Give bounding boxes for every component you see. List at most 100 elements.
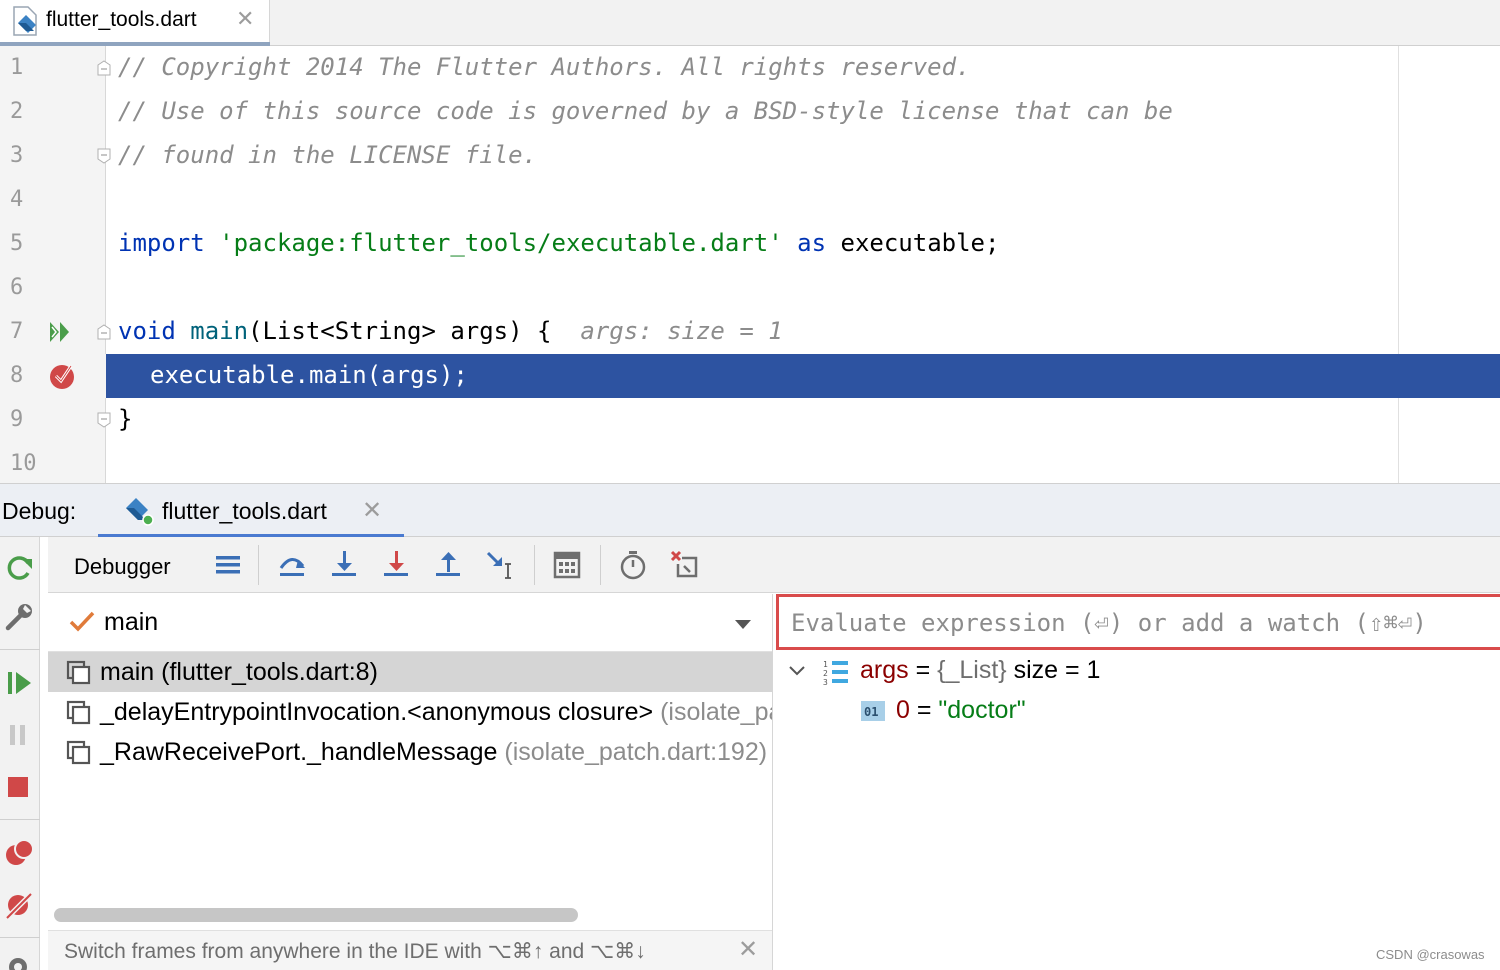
svg-text:01: 01 <box>864 705 878 719</box>
toolbar-separator <box>0 937 40 938</box>
code-text: // Use of this source code is governed b… <box>118 97 1173 125</box>
run-to-cursor-icon[interactable] <box>484 548 518 582</box>
debug-session-tab[interactable]: flutter_tools.dart ✕ <box>98 484 404 538</box>
settings-wrench-icon[interactable] <box>4 601 36 633</box>
code-line[interactable]: 6 <box>0 266 1500 310</box>
fold-start-icon[interactable] <box>97 324 111 340</box>
frame-function: _RawReceivePort._handleMessage <box>100 738 498 766</box>
close-icon[interactable]: ✕ <box>738 935 758 964</box>
line-number: 1 <box>10 55 24 80</box>
line-number: 4 <box>10 187 24 212</box>
stack-frame-icon <box>66 740 92 771</box>
frame-location: (isolate_patch.dart:297) <box>660 698 772 726</box>
inline-value-hint: args: size = 1 <box>580 317 783 345</box>
watermark: CSDN @crasowas <box>1376 947 1485 962</box>
hint-text: Switch frames from anywhere in the IDE w… <box>64 940 646 963</box>
rerun-icon[interactable] <box>4 551 36 583</box>
frame-location: (isolate_patch.dart:192) <box>497 738 768 766</box>
current-execution-line[interactable]: 8 executable.main(args); <box>0 354 1500 398</box>
pause-icon[interactable] <box>4 719 36 751</box>
horizontal-scrollbar[interactable] <box>54 908 578 922</box>
variable-row[interactable]: 01 0 = "doctor" <box>774 692 1500 732</box>
line-number: 10 <box>10 451 37 476</box>
thread-name: main <box>104 608 159 636</box>
view-breakpoints-icon[interactable] <box>4 837 36 869</box>
editor-tab-bar: flutter_tools.dart ✕ <box>0 0 1500 46</box>
function-name: main <box>190 317 249 345</box>
line-number: 7 <box>10 319 24 344</box>
fold-end-icon[interactable] <box>97 148 111 164</box>
variable-equals: = <box>909 696 939 724</box>
stack-frame-row[interactable]: _delayEntrypointInvocation.<anonymous cl… <box>48 692 772 732</box>
debug-session-label: flutter_tools.dart <box>162 498 327 524</box>
line-number: 6 <box>10 275 24 300</box>
frame-function: main (flutter_tools.dart:8) <box>100 658 378 686</box>
primitive-value-icon: 01 <box>860 698 886 729</box>
step-out-icon[interactable] <box>432 548 466 582</box>
svg-text:2: 2 <box>823 669 828 678</box>
code-line[interactable]: 5 import 'package:flutter_tools/executab… <box>0 222 1500 266</box>
code-line[interactable]: 3 // found in the LICENSE file. <box>0 134 1500 178</box>
toolbar-separator <box>258 545 259 585</box>
stop-icon[interactable] <box>4 771 36 803</box>
checkmark-icon <box>68 610 96 639</box>
debug-window-title: Debug: <box>2 498 77 524</box>
function-signature: (List<String> args) { <box>248 317 552 345</box>
evaluate-expression-input[interactable] <box>791 607 1491 639</box>
chevron-down-icon[interactable] <box>788 664 806 682</box>
debug-tool-window-header: Debug: flutter_tools.dart ✕ <box>0 483 1500 538</box>
code-text: void main(List<String> args) { args: siz… <box>118 317 783 345</box>
variable-index: 0 <box>896 696 910 724</box>
editor-tab-flutter-tools[interactable]: flutter_tools.dart ✕ <box>0 0 270 46</box>
code-line[interactable]: 10 <box>0 442 1500 483</box>
code-line[interactable]: 7 void main(List<String> args) { args: s… <box>0 310 1500 354</box>
gear-icon[interactable] <box>4 953 36 970</box>
keyword-import: import <box>118 229 205 257</box>
line-number: 2 <box>10 99 24 124</box>
code-line[interactable]: 4 <box>0 178 1500 222</box>
code-editor[interactable]: 1 // Copyright 2014 The Flutter Authors.… <box>0 46 1500 483</box>
stack-frame-row[interactable]: _RawReceivePort._handleMessage (isolate_… <box>48 732 772 772</box>
mute-breakpoints-icon[interactable] <box>4 889 36 921</box>
layout-menu-icon[interactable] <box>212 548 246 582</box>
restore-breakpoint-icon[interactable] <box>668 548 702 582</box>
dart-file-icon <box>12 5 40 42</box>
code-line[interactable]: 2 // Use of this source code is governed… <box>0 90 1500 134</box>
variable-value: "doctor" <box>938 696 1026 724</box>
variable-text: 0 = "doctor" <box>896 696 1026 725</box>
variable-row[interactable]: 123 args = {_List} size = 1 <box>774 652 1500 692</box>
frames-panel: main main (flutter_tools.dart:8) _delayE… <box>48 594 773 970</box>
step-over-icon[interactable] <box>276 548 310 582</box>
stack-frame-name: _RawReceivePort._handleMessage (isolate_… <box>100 738 767 767</box>
resume-icon[interactable] <box>4 667 36 699</box>
close-icon[interactable]: ✕ <box>236 6 254 32</box>
code-text: import 'package:flutter_tools/executable… <box>118 229 999 257</box>
run-gutter-icon[interactable] <box>48 319 72 350</box>
fold-start-icon[interactable] <box>97 60 111 76</box>
code-text: // found in the LICENSE file. <box>118 141 538 169</box>
stack-frame-icon <box>66 660 92 691</box>
evaluate-expression-calculator-icon[interactable] <box>550 548 584 582</box>
toolbar-separator <box>534 545 535 585</box>
stack-frame-icon <box>66 700 92 731</box>
stopwatch-icon[interactable] <box>616 548 650 582</box>
variables-panel: 123 args = {_List} size = 1 01 0 = "doct… <box>774 594 1500 970</box>
step-into-icon[interactable] <box>328 548 362 582</box>
fold-end-icon[interactable] <box>97 412 111 428</box>
variable-text: args = {_List} size = 1 <box>860 656 1100 685</box>
chevron-down-icon[interactable] <box>734 618 752 636</box>
line-number: 8 <box>10 363 24 388</box>
breakpoint-hit-icon[interactable] <box>48 362 76 395</box>
code-text: // Copyright 2014 The Flutter Authors. A… <box>118 53 971 81</box>
stack-frame-row[interactable]: main (flutter_tools.dart:8) <box>48 652 772 692</box>
force-step-into-icon[interactable] <box>380 548 414 582</box>
evaluate-expression-field[interactable] <box>776 594 1500 650</box>
debugger-tab[interactable]: Debugger <box>74 554 171 580</box>
variable-equals: = <box>908 656 938 684</box>
code-line[interactable]: 1 // Copyright 2014 The Flutter Authors.… <box>0 46 1500 90</box>
code-line[interactable]: 9 } <box>0 398 1500 442</box>
close-icon[interactable]: ✕ <box>362 496 382 525</box>
svg-text:3: 3 <box>823 678 828 687</box>
thread-selector[interactable]: main <box>48 594 772 652</box>
stack-frame-name: _delayEntrypointInvocation.<anonymous cl… <box>100 698 772 727</box>
